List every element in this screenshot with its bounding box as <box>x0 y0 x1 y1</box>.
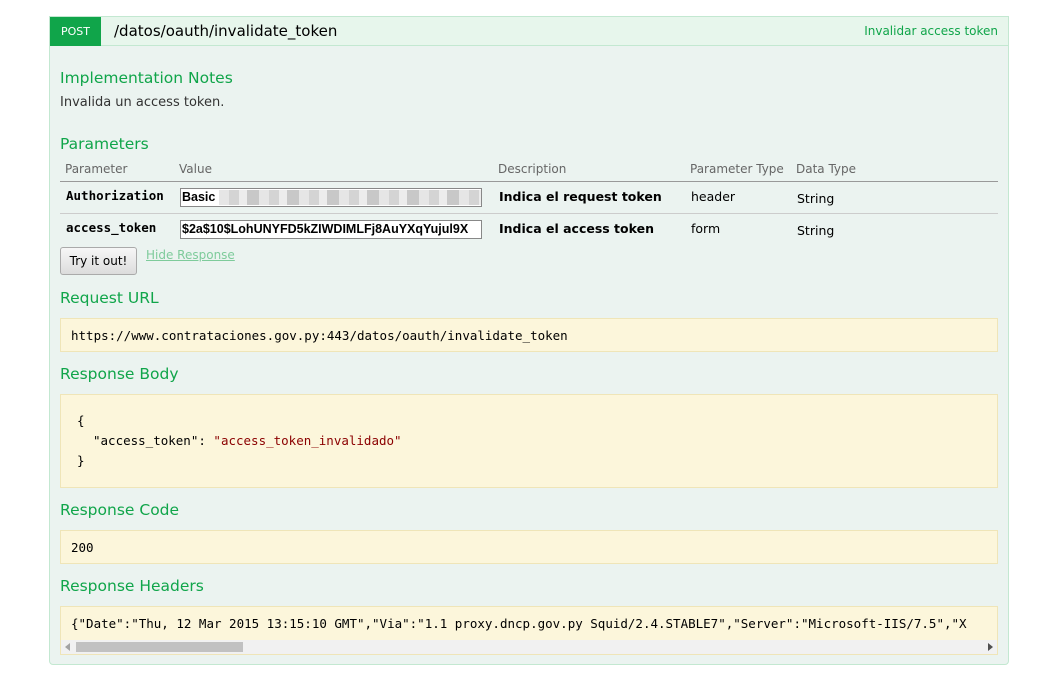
response-body-box: { "access_token": "access_token_invalida… <box>60 394 998 488</box>
response-code-title: Response Code <box>60 501 180 519</box>
operation-summary[interactable]: Invalidar access token <box>864 17 998 46</box>
json-open-brace: { <box>77 413 85 428</box>
implementation-notes-title: Implementation Notes <box>60 69 233 87</box>
header-divider <box>60 181 998 182</box>
header-parameter-type: Parameter Type <box>690 162 784 176</box>
scroll-left-icon[interactable] <box>65 643 70 651</box>
operation-panel: POST /datos/oauth/invalidate_token Inval… <box>49 16 1009 665</box>
implementation-notes-text: Invalida un access token. <box>60 95 225 110</box>
row-divider <box>60 213 998 214</box>
response-headers-title: Response Headers <box>60 577 204 595</box>
header-description: Description <box>498 162 567 176</box>
param-name-access-token: access_token <box>66 220 157 235</box>
param-type-access-token: form <box>691 221 721 236</box>
response-code-box: 200 <box>60 530 998 564</box>
param-desc-access-token: Indica el access token <box>499 221 654 236</box>
horizontal-scrollbar[interactable] <box>61 640 997 654</box>
method-badge[interactable]: POST <box>50 17 101 46</box>
redacted-blur <box>219 190 481 205</box>
response-headers-box: {"Date":"Thu, 12 Mar 2015 13:15:10 GMT",… <box>60 606 998 655</box>
json-key: "access_token" <box>93 433 199 448</box>
request-url-value: https://www.contrataciones.gov.py:443/da… <box>71 328 568 343</box>
authorization-value: Basic <box>182 190 216 204</box>
request-url-title: Request URL <box>60 289 159 307</box>
header-value: Value <box>179 162 212 176</box>
operation-path[interactable]: /datos/oauth/invalidate_token <box>114 17 337 46</box>
scrollbar-thumb[interactable] <box>76 642 243 652</box>
scroll-right-icon[interactable] <box>988 643 993 651</box>
param-dtype-authorization: String <box>797 191 835 206</box>
response-code-value: 200 <box>71 540 94 555</box>
param-dtype-access-token: String <box>797 223 835 238</box>
access-token-input[interactable]: $2a$10$LohUNYFD5kZIWDIMLFj8AuYXqYujul9X <box>180 220 482 239</box>
param-type-authorization: header <box>691 189 736 204</box>
parameters-title: Parameters <box>60 135 149 153</box>
authorization-input[interactable]: Basic <box>180 188 482 207</box>
json-value: "access_token_invalidado" <box>213 433 402 448</box>
json-colon: : <box>198 433 214 448</box>
operation-heading[interactable]: POST /datos/oauth/invalidate_token Inval… <box>50 17 1008 46</box>
try-it-out-button[interactable]: Try it out! <box>60 247 137 275</box>
header-data-type: Data Type <box>796 162 857 176</box>
param-desc-authorization: Indica el request token <box>499 189 662 204</box>
response-headers-value: {"Date":"Thu, 12 Mar 2015 13:15:10 GMT",… <box>71 616 967 631</box>
header-parameter: Parameter <box>65 162 128 176</box>
json-close-brace: } <box>77 453 85 468</box>
json-line: "access_token": "access_token_invalidado… <box>77 431 981 451</box>
param-name-authorization: Authorization <box>66 188 164 203</box>
response-body-title: Response Body <box>60 365 179 383</box>
request-url-box: https://www.contrataciones.gov.py:443/da… <box>60 318 998 352</box>
hide-response-link[interactable]: Hide Response <box>146 248 235 262</box>
access-token-value: $2a$10$LohUNYFD5kZIWDIMLFj8AuYXqYujul9X <box>182 222 469 236</box>
